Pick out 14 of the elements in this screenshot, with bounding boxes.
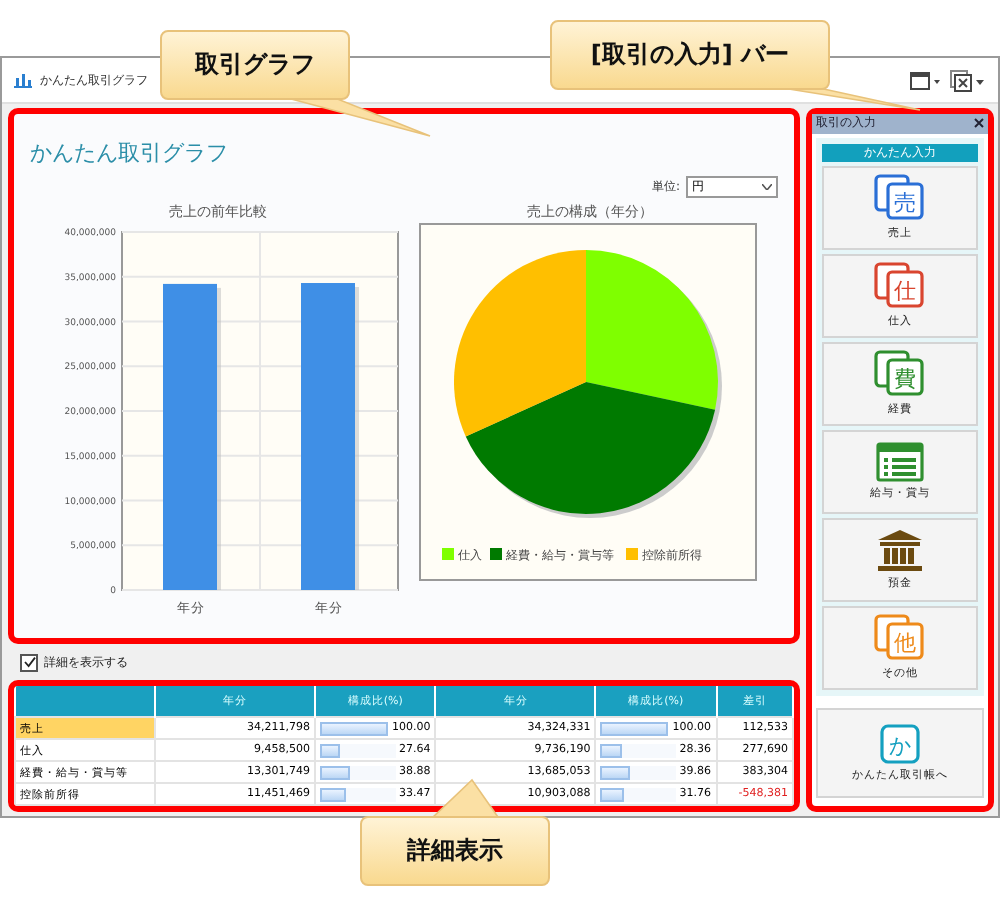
panel-heading: かんたん取引グラフ xyxy=(30,138,230,168)
checkbox[interactable] xyxy=(20,653,38,671)
close-window-icon[interactable] xyxy=(950,69,986,91)
callout: 取引グラフ xyxy=(160,30,350,100)
ledger-icon: か xyxy=(880,723,920,764)
callout: [取引の入力] バー xyxy=(550,20,830,90)
close-icon[interactable] xyxy=(974,118,984,129)
window-icon[interactable] xyxy=(910,71,942,89)
legend-swatch xyxy=(626,548,638,560)
caret-icon xyxy=(762,184,772,190)
legend-swatch xyxy=(490,548,502,560)
chart-icon xyxy=(14,72,32,88)
legend-swatch xyxy=(442,548,454,560)
callout: 詳細表示 xyxy=(360,816,550,886)
